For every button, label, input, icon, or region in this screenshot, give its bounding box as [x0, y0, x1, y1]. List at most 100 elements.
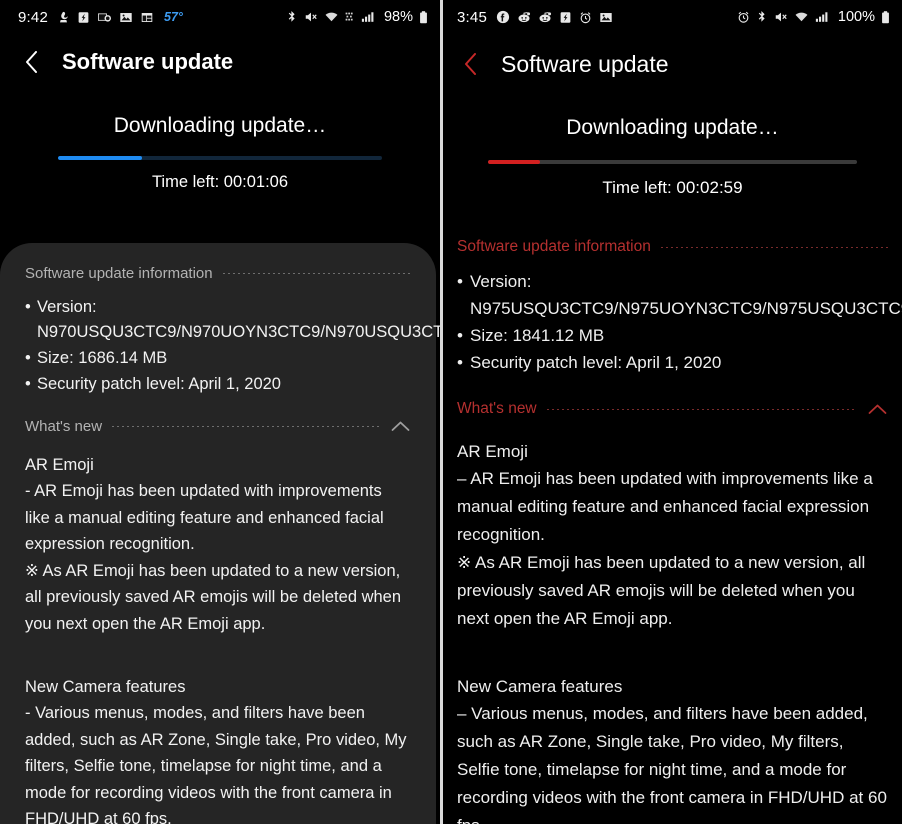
- dotted-divider: [660, 246, 888, 248]
- chevron-up-icon[interactable]: [866, 398, 888, 420]
- calendar-icon: [140, 11, 154, 24]
- notification-icon: [57, 11, 70, 24]
- feature-paragraph: – Various menus, modes, and filters have…: [457, 704, 887, 824]
- section-label: Software update information: [25, 265, 213, 282]
- back-button[interactable]: [457, 51, 483, 77]
- dotted-divider: [112, 425, 379, 427]
- reddit-icon: [517, 10, 531, 24]
- wifi-icon: [324, 10, 339, 24]
- software-update-information-header: Software update information: [25, 265, 411, 282]
- list-item: • Version: N970USQU3CTC9/N970UOYN3CTC9/N9…: [25, 295, 440, 345]
- whats-new-content: AR Emoji - AR Emoji has been updated with…: [25, 453, 411, 824]
- whats-new-content: AR Emoji – AR Emoji has been updated with…: [457, 438, 888, 824]
- bluetooth-icon: [756, 10, 768, 24]
- list-item: • Security patch level: April 1, 2020: [25, 372, 411, 397]
- time-left-text: Time left: 00:02:59: [602, 178, 743, 197]
- list-item: • Size: 1686.14 MB: [25, 346, 411, 371]
- download-progress-block: Downloading update… Time left: 00:01:06: [0, 114, 440, 192]
- status-bar-notification-icons: [496, 10, 613, 24]
- feature-paragraph: ※ As AR Emoji has been updated to a new …: [457, 553, 866, 628]
- update-details-content: Software update information • Version: N9…: [443, 198, 902, 824]
- back-button[interactable]: [18, 49, 44, 75]
- progress-bar-fill: [58, 156, 143, 160]
- list-item: • Security patch level: April 1, 2020: [457, 349, 888, 376]
- list-item-text: Size: 1686.14 MB: [37, 349, 168, 367]
- battery-percentage: 100%: [837, 9, 875, 25]
- messaging-icon: [77, 11, 90, 24]
- chevron-up-icon[interactable]: [389, 415, 411, 437]
- dotted-divider: [222, 273, 411, 274]
- section-label: What's new: [457, 400, 537, 417]
- alarm-icon: [579, 11, 592, 24]
- feature-paragraph: – AR Emoji has been updated with improve…: [457, 469, 873, 544]
- list-item-text: Version: N970USQU3CTC9/N970UOYN3CTC9/N97…: [37, 298, 440, 341]
- software-update-information-header: Software update information: [457, 238, 888, 256]
- bullet-icon: •: [457, 326, 463, 345]
- battery-percentage: 98%: [383, 9, 413, 25]
- feature-heading: AR Emoji: [25, 456, 94, 474]
- bullet-icon: •: [457, 353, 463, 372]
- gallery-icon: [119, 11, 133, 24]
- section-label: What's new: [25, 417, 103, 435]
- page-title: Software update: [501, 50, 669, 77]
- section-label: Software update information: [457, 238, 651, 255]
- whats-new-header[interactable]: What's new: [25, 415, 411, 437]
- email-icon: [97, 11, 112, 24]
- feature-heading: AR Emoji: [457, 442, 528, 461]
- feature-paragraph: - Various menus, modes, and filters have…: [25, 704, 407, 824]
- list-item: • Size: 1841.12 MB: [457, 322, 888, 349]
- list-item-text: Security patch level: April 1, 2020: [37, 375, 281, 393]
- status-bar-system-icons: 100%: [737, 9, 890, 25]
- alarm-icon: [737, 10, 750, 24]
- dual-screenshot-comparison: 9:42 57° 98% Software update Downloading…: [0, 0, 902, 824]
- right-phone-screen: 3:45 100% Software update Downloading up…: [443, 0, 902, 824]
- chevron-left-icon: [25, 51, 37, 73]
- time-left-text: Time left: 00:01:06: [151, 173, 289, 191]
- mute-icon: [304, 10, 318, 24]
- signal-icon: [361, 10, 375, 24]
- weather-temperature: 57°: [164, 10, 183, 24]
- feature-heading: New Camera features: [25, 678, 186, 696]
- bullet-icon: •: [457, 272, 463, 291]
- feature-heading: New Camera features: [457, 677, 623, 696]
- gallery-icon: [599, 11, 613, 24]
- wifi-icon: [794, 10, 809, 24]
- progress-bar-track: [488, 160, 857, 164]
- mute-icon: [774, 10, 788, 24]
- feature-paragraph: ※ As AR Emoji has been updated to a new …: [25, 561, 402, 633]
- messaging-icon: [559, 11, 572, 24]
- update-details-card: Software update information • Version: N9…: [0, 243, 440, 824]
- left-phone-screen: 9:42 57° 98% Software update Downloading…: [0, 0, 440, 824]
- update-info-list: • Version: N975USQU3CTC9/N975UOYN3CTC9/N9…: [457, 268, 902, 376]
- chevron-left-icon: [464, 53, 476, 75]
- list-item-text: Size: 1841.12 MB: [470, 326, 605, 345]
- status-bar-system-icons: 98%: [286, 9, 428, 25]
- reddit-icon: [538, 10, 552, 24]
- app-bar: Software update: [0, 34, 440, 90]
- status-bar: 3:45 100%: [443, 0, 902, 34]
- bullet-icon: •: [25, 349, 31, 367]
- vpn-icon: [345, 10, 355, 24]
- status-bar-notification-icons: 57°: [57, 10, 183, 24]
- download-progress-block: Downloading update… Time left: 00:02:59: [443, 116, 902, 198]
- signal-icon: [815, 10, 829, 24]
- progress-bar-track: [58, 156, 382, 160]
- app-bar: Software update: [443, 34, 902, 94]
- facebook-icon: [496, 10, 510, 24]
- list-item-text: Security patch level: April 1, 2020: [470, 353, 722, 372]
- list-item: • Version: N975USQU3CTC9/N975UOYN3CTC9/N9…: [457, 268, 902, 322]
- bluetooth-icon: [286, 10, 298, 24]
- feature-paragraph: - AR Emoji has been updated with improve…: [25, 482, 384, 553]
- status-bar-clock: 9:42: [18, 8, 48, 26]
- battery-icon: [419, 10, 428, 25]
- page-title: Software update: [62, 49, 234, 74]
- bullet-icon: •: [25, 298, 31, 316]
- progress-status-text: Downloading update…: [566, 116, 779, 139]
- status-bar-clock: 3:45: [457, 8, 487, 26]
- whats-new-header[interactable]: What's new: [457, 398, 888, 420]
- battery-icon: [881, 10, 890, 25]
- progress-status-text: Downloading update…: [113, 114, 327, 137]
- dotted-divider: [546, 408, 856, 410]
